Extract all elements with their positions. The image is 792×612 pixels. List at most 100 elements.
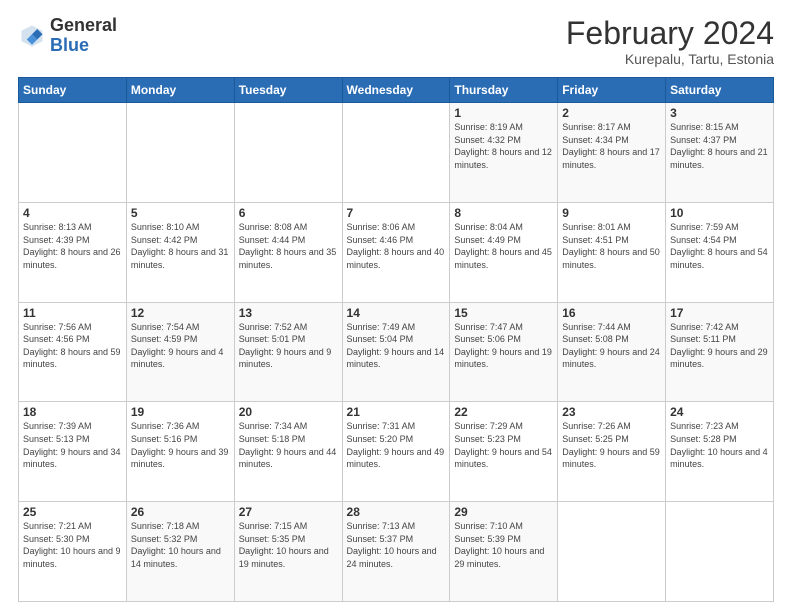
sunrise-text: Sunrise: 8:15 AM [670, 122, 739, 132]
sunrise-text: Sunrise: 7:29 AM [454, 421, 523, 431]
sunrise-text: Sunrise: 8:10 AM [131, 222, 200, 232]
logo-text: General Blue [50, 16, 117, 56]
day-number: 5 [131, 206, 230, 220]
day-info: Sunrise: 7:29 AMSunset: 5:23 PMDaylight:… [454, 420, 553, 470]
table-row [666, 502, 774, 602]
sunset-text: Sunset: 5:30 PM [23, 534, 90, 544]
day-number: 2 [562, 106, 661, 120]
sunset-text: Sunset: 5:04 PM [347, 334, 414, 344]
day-info: Sunrise: 8:15 AMSunset: 4:37 PMDaylight:… [670, 121, 769, 171]
table-row: 21Sunrise: 7:31 AMSunset: 5:20 PMDayligh… [342, 402, 450, 502]
table-row: 13Sunrise: 7:52 AMSunset: 5:01 PMDayligh… [234, 302, 342, 402]
sunset-text: Sunset: 4:39 PM [23, 235, 90, 245]
daylight-text: Daylight: 9 hours and 19 minutes. [454, 347, 552, 370]
table-row: 14Sunrise: 7:49 AMSunset: 5:04 PMDayligh… [342, 302, 450, 402]
table-row: 28Sunrise: 7:13 AMSunset: 5:37 PMDayligh… [342, 502, 450, 602]
day-info: Sunrise: 8:06 AMSunset: 4:46 PMDaylight:… [347, 221, 446, 271]
daylight-text: Daylight: 9 hours and 49 minutes. [347, 447, 445, 470]
sunset-text: Sunset: 4:56 PM [23, 334, 90, 344]
daylight-text: Daylight: 8 hours and 59 minutes. [23, 347, 121, 370]
sunrise-text: Sunrise: 8:04 AM [454, 222, 523, 232]
sunrise-text: Sunrise: 7:34 AM [239, 421, 308, 431]
daylight-text: Daylight: 8 hours and 45 minutes. [454, 247, 552, 270]
day-number: 28 [347, 505, 446, 519]
daylight-text: Daylight: 9 hours and 59 minutes. [562, 447, 660, 470]
sunrise-text: Sunrise: 7:44 AM [562, 322, 631, 332]
day-number: 9 [562, 206, 661, 220]
day-info: Sunrise: 7:44 AM Sunset: 5:08 PM Daylight:… [562, 321, 661, 371]
sunrise-text: Sunrise: 7:26 AM [562, 421, 631, 431]
day-number: 26 [131, 505, 230, 519]
daylight-text: Daylight: 10 hours and 9 minutes. [23, 546, 121, 569]
sunset-text: Sunset: 4:54 PM [670, 235, 737, 245]
sunset-text: Sunset: 4:46 PM [347, 235, 414, 245]
sunrise-text: Sunrise: 7:21 AM [23, 521, 92, 531]
sunrise-text: Sunrise: 7:42 AM [670, 322, 739, 332]
calendar-week-2: 4Sunrise: 8:13 AMSunset: 4:39 PMDaylight… [19, 202, 774, 302]
daylight-text: Daylight: 9 hours and 24 minutes. [562, 347, 660, 370]
day-number: 11 [23, 306, 122, 320]
table-row: 4Sunrise: 8:13 AMSunset: 4:39 PMDaylight… [19, 202, 127, 302]
daylight-text: Daylight: 8 hours and 40 minutes. [347, 247, 445, 270]
day-number: 6 [239, 206, 338, 220]
calendar-week-3: 11Sunrise: 7:56 AMSunset: 4:56 PMDayligh… [19, 302, 774, 402]
day-number: 16 [562, 306, 661, 320]
page: General Blue February 2024 Kurepalu, Tar… [0, 0, 792, 612]
day-number: 23 [562, 405, 661, 419]
day-number: 14 [347, 306, 446, 320]
daylight-text: Daylight: 8 hours and 12 minutes. [454, 147, 552, 170]
sunset-text: Sunset: 5:20 PM [347, 434, 414, 444]
sunset-text: Sunset: 4:32 PM [454, 135, 521, 145]
sunrise-text: Sunrise: 8:13 AM [23, 222, 92, 232]
sunset-text: Sunset: 5:16 PM [131, 434, 198, 444]
day-number: 10 [670, 206, 769, 220]
day-info: Sunrise: 7:18 AMSunset: 5:32 PMDaylight:… [131, 520, 230, 570]
sunset-text: Sunset: 5:28 PM [670, 434, 737, 444]
daylight-text: Daylight: 8 hours and 26 minutes. [23, 247, 121, 270]
daylight-text: Daylight: 8 hours and 50 minutes. [562, 247, 660, 270]
sunset-text: Sunset: 4:44 PM [239, 235, 306, 245]
day-info: Sunrise: 8:01 AMSunset: 4:51 PMDaylight:… [562, 221, 661, 271]
table-row: 5Sunrise: 8:10 AMSunset: 4:42 PMDaylight… [126, 202, 234, 302]
sunset-text: Sunset: 4:51 PM [562, 235, 629, 245]
daylight-text: Daylight: 10 hours and 14 minutes. [131, 546, 221, 569]
table-row: 3Sunrise: 8:15 AMSunset: 4:37 PMDaylight… [666, 103, 774, 203]
day-info: Sunrise: 7:42 AMSunset: 5:11 PMDaylight:… [670, 321, 769, 371]
daylight-text: Daylight: 10 hours and 4 minutes. [670, 447, 768, 470]
calendar-header-row: Sunday Monday Tuesday Wednesday Thursday… [19, 78, 774, 103]
sunset-text: Sunset: 5:13 PM [23, 434, 90, 444]
sunset-text: Sunset: 4:37 PM [670, 135, 737, 145]
day-number: 29 [454, 505, 553, 519]
day-info: Sunrise: 8:04 AMSunset: 4:49 PMDaylight:… [454, 221, 553, 271]
table-row [19, 103, 127, 203]
day-number: 15 [454, 306, 553, 320]
day-number: 24 [670, 405, 769, 419]
sunset-text: Sunset: 5:01 PM [239, 334, 306, 344]
day-info: Sunrise: 7:52 AMSunset: 5:01 PMDaylight:… [239, 321, 338, 371]
day-info: Sunrise: 7:56 AMSunset: 4:56 PMDaylight:… [23, 321, 122, 371]
day-info: Sunrise: 7:23 AM Sunset: 5:28 PM Daylight:… [670, 420, 769, 470]
logo-icon [18, 22, 46, 50]
sunrise-text: Sunrise: 7:23 AM [670, 421, 739, 431]
day-number: 3 [670, 106, 769, 120]
table-row: 12Sunrise: 7:54 AMSunset: 4:59 PMDayligh… [126, 302, 234, 402]
table-row: 7Sunrise: 8:06 AMSunset: 4:46 PMDaylight… [342, 202, 450, 302]
sunset-text: Sunset: 4:42 PM [131, 235, 198, 245]
day-info: Sunrise: 8:08 AMSunset: 4:44 PMDaylight:… [239, 221, 338, 271]
table-row: 2Sunrise: 8:17 AMSunset: 4:34 PMDaylight… [558, 103, 666, 203]
calendar-week-5: 25Sunrise: 7:21 AMSunset: 5:30 PMDayligh… [19, 502, 774, 602]
daylight-text: Daylight: 9 hours and 44 minutes. [239, 447, 337, 470]
sunrise-text: Sunrise: 7:54 AM [131, 322, 200, 332]
day-info: Sunrise: 7:49 AMSunset: 5:04 PMDaylight:… [347, 321, 446, 371]
table-row: 11Sunrise: 7:56 AMSunset: 4:56 PMDayligh… [19, 302, 127, 402]
table-row: 25Sunrise: 7:21 AMSunset: 5:30 PMDayligh… [19, 502, 127, 602]
day-info: Sunrise: 8:13 AM Sunset: 4:39 PM Daylight:… [23, 221, 122, 271]
logo-blue: Blue [50, 35, 89, 55]
sunset-text: Sunset: 5:08 PM [562, 334, 629, 344]
sunrise-text: Sunrise: 7:31 AM [347, 421, 416, 431]
table-row: 19Sunrise: 7:36 AMSunset: 5:16 PMDayligh… [126, 402, 234, 502]
table-row: 9Sunrise: 8:01 AMSunset: 4:51 PMDaylight… [558, 202, 666, 302]
sunset-text: Sunset: 4:34 PM [562, 135, 629, 145]
sunrise-text: Sunrise: 7:39 AM [23, 421, 92, 431]
daylight-text: Daylight: 9 hours and 9 minutes. [239, 347, 332, 370]
